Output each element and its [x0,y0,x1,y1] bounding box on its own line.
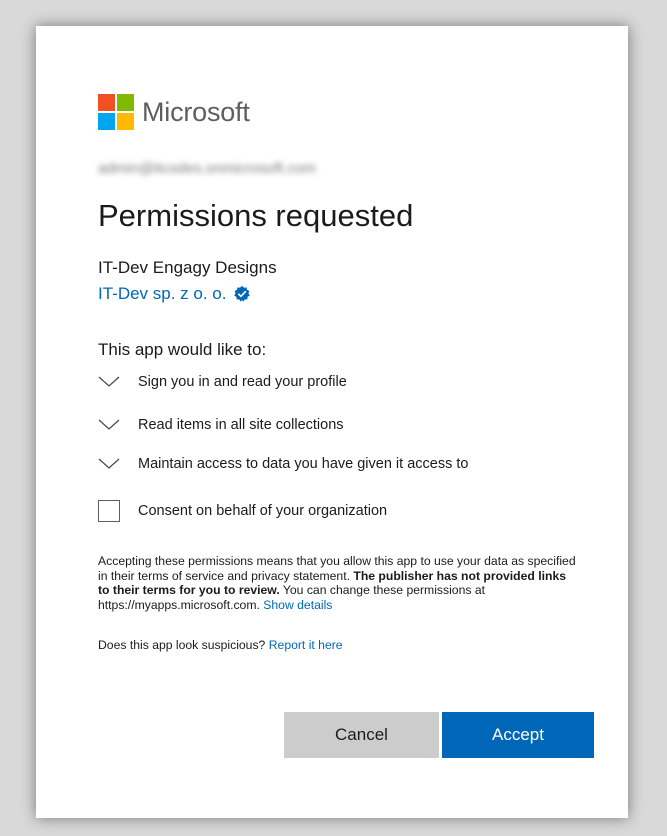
permissions-intro: This app would like to: [98,340,267,359]
permission-item[interactable]: Sign you in and read your profile [98,374,347,390]
permission-label: Sign you in and read your profile [138,374,347,390]
chevron-down-icon [98,376,120,387]
report-link[interactable]: Report it here [269,638,343,652]
verified-badge-icon [233,285,250,302]
suspicious-text: Does this app look suspicious? [98,638,269,652]
disclaimer-text: Accepting these permissions means that y… [98,554,578,612]
page-title: Permissions requested [98,198,414,233]
permission-label: Read items in all site collections [138,417,344,433]
account-email: admin@itcodes.onmicrosoft.com [98,160,316,177]
accept-button[interactable]: Accept [442,712,594,758]
consent-label: Consent on behalf of your organization [138,503,388,519]
permission-label: Maintain access to data you have given i… [138,456,469,472]
microsoft-logo-icon [98,94,134,130]
publisher-link[interactable]: IT-Dev sp. z o. o. [98,284,251,304]
publisher-name: IT-Dev sp. z o. o. [98,284,227,303]
brand-name: Microsoft [142,96,250,127]
chevron-down-icon [98,419,120,430]
microsoft-logo: Microsoft [98,94,250,130]
suspicious-prompt: Does this app look suspicious? Report it… [98,638,343,652]
show-details-link[interactable]: Show details [263,598,332,612]
permission-item[interactable]: Read items in all site collections [98,417,344,433]
consent-checkbox[interactable] [98,500,120,522]
app-name: IT-Dev Engagy Designs [98,258,277,277]
cancel-button[interactable]: Cancel [284,712,439,758]
chevron-down-icon [98,458,120,469]
permission-item[interactable]: Maintain access to data you have given i… [98,456,468,472]
consent-dialog: Microsoft admin@itcodes.onmicrosoft.com … [36,26,628,818]
consent-option[interactable]: Consent on behalf of your organization [98,500,387,522]
